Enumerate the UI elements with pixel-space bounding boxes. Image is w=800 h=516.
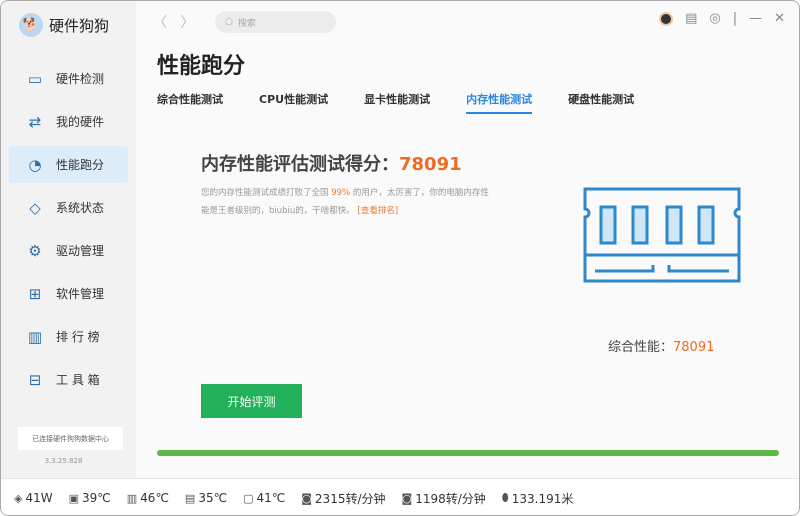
- page-title: 性能跑分: [157, 54, 246, 79]
- tab-disk[interactable]: 硬盘性能测试: [568, 91, 634, 114]
- gear-icon: ⚙: [28, 241, 42, 260]
- score-heading-label: 内存性能评估测试得分：: [201, 154, 399, 175]
- connection-status: 已连接硬件狗狗数据中心: [18, 427, 123, 450]
- fan-icon: ◙: [301, 491, 312, 505]
- hardware-icon: ⇄: [28, 112, 42, 131]
- app-name: 硬件狗狗: [49, 16, 110, 35]
- gauge-icon: ◔: [28, 155, 42, 174]
- back-button[interactable]: 〈: [153, 15, 167, 31]
- status-value: 2315转/分钟: [314, 491, 386, 506]
- overall-score: 综合性能：78091: [608, 336, 714, 355]
- status-value: 133.191米: [511, 491, 574, 506]
- status-value: 41℃: [256, 491, 286, 505]
- sidebar-item-label: 工 具 箱: [56, 373, 100, 387]
- gpu-icon: ▤: [184, 491, 196, 505]
- apps-icon: ⊞: [28, 284, 42, 303]
- status-motherboard-temp: ▥ 46℃: [127, 491, 169, 505]
- rank-icon: ▥: [27, 327, 43, 346]
- memory-score: 78091: [399, 154, 462, 175]
- sidebar-item-label: 性能跑分: [56, 158, 105, 172]
- tab-overall[interactable]: 综合性能测试: [157, 91, 223, 114]
- sidebar-item-label: 系统状态: [56, 201, 105, 215]
- tab-gpu[interactable]: 显卡性能测试: [364, 91, 430, 114]
- settings-icon[interactable]: ◎: [709, 11, 720, 26]
- score-description: 您的内存性能测试成绩打败了全国 99% 的用户，太厉害了，你的电脑内存性能是王者…: [201, 184, 496, 220]
- sidebar-item-benchmark[interactable]: ◔ 性能跑分: [9, 146, 128, 183]
- overall-score-label: 综合性能：: [608, 340, 674, 355]
- sidebar-item-label: 硬件检测: [56, 72, 105, 86]
- forward-button[interactable]: 〉: [180, 15, 194, 31]
- status-value: 39℃: [82, 491, 111, 505]
- overall-score-value: 78091: [673, 340, 715, 355]
- search-input[interactable]: ○ 搜索: [215, 11, 336, 33]
- dog-logo-icon: 🐕: [19, 13, 43, 37]
- sidebar-item-label: 软件管理: [56, 287, 105, 301]
- status-value: 1198转/分钟: [415, 491, 486, 506]
- tab-cpu[interactable]: CPU性能测试: [259, 91, 328, 114]
- view-rank-link[interactable]: [查看排名]: [358, 206, 399, 216]
- status-cpu-fan: ◙ 2315转/分钟: [301, 490, 385, 507]
- app-logo: 🐕 硬件狗狗: [19, 13, 109, 37]
- status-power: ◈ 41W: [14, 491, 53, 505]
- nav-buttons: 〈 〉: [153, 12, 194, 32]
- sidebar-item-toolbox[interactable]: ⊟ 工 具 箱: [9, 361, 128, 398]
- feedback-icon[interactable]: ▤: [685, 11, 697, 26]
- percent-beaten: 99%: [331, 188, 351, 198]
- progress-fill: [157, 450, 779, 456]
- toolbox-icon: ⊟: [28, 370, 42, 389]
- memory-module-icon: [583, 187, 741, 283]
- benchmark-tabs: 综合性能测试 CPU性能测试 显卡性能测试 内存性能测试 硬盘性能测试: [157, 91, 670, 114]
- app-window: 🐕 硬件狗狗 ▭ 硬件检测 ⇄ 我的硬件 ◔ 性能跑分 ◇ 系统状态 ⚙ 驱动管理 ⊞ 软件管…: [0, 0, 800, 516]
- cpu-icon: ▣: [68, 491, 80, 505]
- mouse-icon: ⬮: [501, 491, 509, 504]
- motherboard-icon: ▥: [126, 491, 138, 505]
- sidebar-item-label: 驱动管理: [56, 244, 105, 258]
- status-mouse-distance: ⬮ 133.191米: [502, 490, 574, 507]
- status-case-fan: ◙ 1198转/分钟: [402, 490, 486, 507]
- sidebar-item-label: 我的硬件: [56, 115, 105, 129]
- pulse-icon: ◇: [29, 198, 41, 217]
- score-heading: 内存性能评估测试得分：78091: [201, 150, 462, 176]
- monitor-icon: ▭: [27, 69, 43, 88]
- search-placeholder: 搜索: [237, 18, 256, 29]
- title-bar-controls: ▤ ◎ | — ✕: [659, 11, 785, 26]
- sidebar-item-ranking[interactable]: ▥ 排 行 榜: [9, 318, 128, 355]
- status-gpu-temp: ▤ 35℃: [185, 491, 227, 505]
- divider: |: [732, 11, 738, 26]
- sidebar-item-label: 排 行 榜: [56, 330, 100, 344]
- avatar[interactable]: [659, 11, 674, 26]
- desc-text: 您的内存性能测试成绩打败了全国: [201, 188, 332, 198]
- status-disk-temp: ▢ 41℃: [243, 491, 285, 505]
- status-cpu-temp: ▣ 39℃: [69, 491, 111, 505]
- minimize-button[interactable]: —: [749, 11, 762, 26]
- progress-bar: [157, 450, 779, 456]
- power-icon: ◈: [14, 491, 23, 505]
- status-value: 41W: [25, 491, 53, 505]
- sidebar: 🐕 硬件狗狗 ▭ 硬件检测 ⇄ 我的硬件 ◔ 性能跑分 ◇ 系统状态 ⚙ 驱动管理 ⊞ 软件管…: [1, 1, 136, 478]
- search-icon: ○: [225, 17, 233, 27]
- sidebar-item-my-hardware[interactable]: ⇄ 我的硬件: [9, 103, 128, 140]
- close-button[interactable]: ✕: [774, 11, 785, 26]
- fan-icon: ◙: [401, 491, 413, 505]
- tab-memory[interactable]: 内存性能测试: [466, 91, 533, 114]
- sidebar-item-software[interactable]: ⊞ 软件管理: [9, 275, 128, 312]
- version-label: 3.3.25.828: [44, 457, 83, 465]
- start-benchmark-button[interactable]: 开始评测: [201, 384, 302, 418]
- status-bar: ◈ 41W ▣ 39℃ ▥ 46℃ ▤ 35℃ ▢ 41℃ ◙ 2315转/分钟 ◙ 1198…: [1, 478, 799, 515]
- status-value: 46℃: [140, 491, 169, 505]
- sidebar-item-system-status[interactable]: ◇ 系统状态: [9, 189, 128, 226]
- disk-icon: ▢: [243, 491, 254, 505]
- sidebar-item-drivers[interactable]: ⚙ 驱动管理: [9, 232, 128, 269]
- status-value: 35℃: [198, 491, 228, 505]
- sidebar-item-hardware-detect[interactable]: ▭ 硬件检测: [9, 60, 128, 97]
